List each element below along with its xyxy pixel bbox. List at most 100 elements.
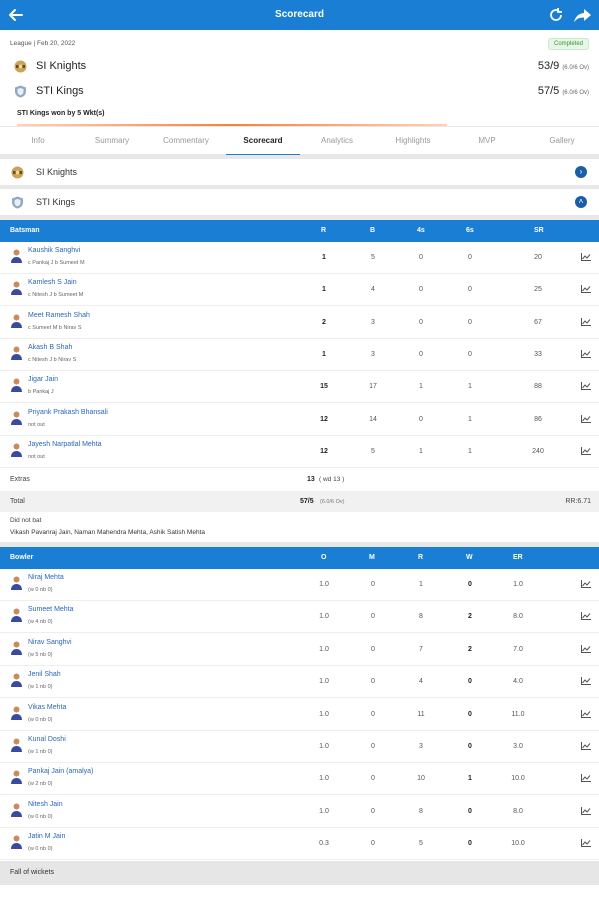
player-name[interactable]: Nirav Sanghvi — [28, 639, 72, 646]
player-avatar-icon — [11, 314, 22, 328]
chart-icon[interactable] — [581, 349, 591, 358]
chevron-up-icon[interactable]: ˄ — [575, 196, 587, 208]
tab-scorecard[interactable]: Scorecard — [226, 127, 300, 156]
share-icon[interactable] — [573, 5, 593, 25]
player-detail: not out — [28, 453, 45, 460]
cell-wickets: 0 — [468, 743, 472, 750]
cell-economy: 3.0 — [513, 743, 523, 750]
chart-icon[interactable] — [581, 317, 591, 326]
chart-icon[interactable] — [581, 446, 591, 455]
batting-table-header: Batsman R B 4s 6s SR — [0, 220, 599, 242]
col-bowler: Bowler — [10, 554, 34, 561]
cell-sr: 88 — [534, 383, 542, 391]
player-name[interactable]: Niraj Mehta — [28, 574, 64, 581]
cell-runs: 8 — [419, 613, 423, 621]
chart-icon[interactable] — [581, 580, 591, 588]
innings-header-2[interactable]: STI Kings ˄ — [0, 189, 599, 215]
player-name[interactable]: Kaushik Sanghvi — [28, 247, 80, 254]
cell-wickets: 2 — [468, 645, 472, 653]
player-avatar-icon — [11, 411, 22, 425]
cell-economy: 8.0 — [513, 807, 523, 815]
player-name[interactable]: Kamlesh S Jain — [28, 279, 77, 286]
table-row: Pankaj Jain (amalya) (w 2 nb 0) 1.0 0 10 1 10.… — [0, 763, 599, 796]
cell-economy: 11.0 — [511, 710, 525, 718]
player-name[interactable]: Kunal Doshi — [28, 736, 66, 743]
innings-header-1[interactable]: SI Knights › — [0, 159, 599, 185]
tab-mvp[interactable]: MVP — [450, 127, 524, 155]
innings-team-name: STI Kings — [36, 197, 76, 207]
col-balls: B — [370, 227, 376, 234]
match-summary-card: League | Feb 20, 2022 Completed SI Knigh… — [0, 30, 599, 126]
player-name[interactable]: Jigar Jain — [28, 376, 58, 383]
cell-economy: 7.0 — [513, 645, 523, 653]
total-overs: (6.0/6 Ov) — [320, 499, 345, 505]
cell-balls: 5 — [371, 254, 375, 261]
col-fours: 4s — [417, 227, 425, 234]
chart-icon[interactable] — [581, 742, 591, 750]
chart-icon[interactable] — [581, 253, 591, 261]
player-name[interactable]: Meet Ramesh Shah — [28, 312, 90, 319]
chart-icon[interactable] — [581, 806, 591, 815]
cell-sixes: 0 — [468, 318, 472, 326]
tab-info[interactable]: Info — [1, 127, 75, 155]
innings-team-name: SI Knights — [36, 167, 78, 177]
cell-balls: 17 — [369, 383, 377, 391]
player-name[interactable]: Pankaj Jain (amalya) — [28, 768, 93, 775]
player-detail: (w 4 nb 0) — [28, 619, 53, 626]
player-name[interactable]: Jayesh Narpatlal Mehta — [28, 441, 102, 448]
dnb-label: Did not bat — [10, 517, 42, 524]
player-avatar-icon — [11, 738, 22, 752]
player-name[interactable]: Akash B Shah — [28, 344, 72, 351]
cell-runs: 12 — [320, 447, 328, 455]
chart-icon[interactable] — [581, 774, 591, 783]
cell-economy: 4.0 — [513, 678, 523, 686]
player-name[interactable]: Nitesh Jain — [28, 801, 63, 808]
cell-economy: 10.0 — [511, 775, 525, 783]
fall-of-wickets-header[interactable]: Fall of wickets — [0, 861, 599, 885]
tab-highlights[interactable]: Highlights — [376, 127, 450, 155]
match-meta: League | Feb 20, 2022 — [10, 40, 76, 47]
player-name[interactable]: Priyank Prakash Bhansali — [28, 409, 108, 416]
player-avatar-icon — [11, 770, 22, 785]
player-name[interactable]: Jatin M Jain — [28, 833, 65, 840]
cell-runs: 3 — [419, 743, 423, 750]
fow-label: Fall of wickets — [10, 869, 54, 876]
chart-icon[interactable] — [581, 644, 591, 653]
cell-maidens: 0 — [371, 678, 375, 686]
player-name[interactable]: Jenil Shah — [28, 671, 61, 678]
tab-summary[interactable]: Summary — [75, 127, 149, 155]
refresh-icon[interactable] — [546, 5, 566, 25]
cell-overs: 1.0 — [319, 645, 329, 653]
chart-icon[interactable] — [581, 414, 591, 423]
chart-icon[interactable] — [581, 382, 591, 391]
col-wickets: W — [466, 554, 473, 561]
cell-economy: 1.0 — [513, 581, 523, 588]
cell-overs: 1.0 — [319, 678, 329, 686]
player-detail: c Nitesh J b Nirav S — [28, 356, 77, 363]
col-runs: R — [418, 554, 424, 561]
player-detail: (w 1 nb 0) — [28, 749, 53, 755]
cell-maidens: 0 — [371, 807, 375, 815]
chart-icon[interactable] — [581, 677, 591, 686]
chart-icon[interactable] — [581, 285, 591, 294]
table-row: Akash B Shah c Nitesh J b Nirav S 1 3 0 0 33 — [0, 338, 599, 371]
tab-commentary[interactable]: Commentary — [149, 127, 223, 155]
did-not-bat: Did not bat Vikash Pavanraj Jain, Naman … — [0, 512, 599, 542]
player-detail: (w 0 nb 0) — [28, 813, 53, 820]
chart-icon[interactable] — [581, 612, 591, 621]
chart-icon[interactable] — [581, 709, 591, 718]
cell-sixes: 1 — [468, 383, 472, 391]
team2-row: STI Kings 57/5 (6.0/6 Ov) — [0, 82, 599, 102]
tab-analytics[interactable]: Analytics — [300, 127, 374, 155]
table-row: Vikas Mehta (w 0 nb 0) 1.0 0 11 0 11.0 — [0, 698, 599, 731]
table-row: Jatin M Jain (w 0 nb 0) 0.3 0 5 0 10.0 — [0, 828, 599, 861]
player-name[interactable]: Vikas Mehta — [28, 704, 66, 711]
tab-gallery[interactable]: Gallery — [525, 127, 599, 155]
team-logo-icon — [11, 166, 24, 179]
player-name[interactable]: Sumeet Mehta — [28, 606, 74, 613]
col-economy: ER — [513, 554, 523, 561]
player-detail: (w 2 nb 0) — [28, 781, 53, 788]
chevron-right-icon[interactable]: › — [575, 166, 587, 178]
run-rate: RR:6.71 — [565, 498, 591, 505]
chart-icon[interactable] — [581, 839, 591, 848]
